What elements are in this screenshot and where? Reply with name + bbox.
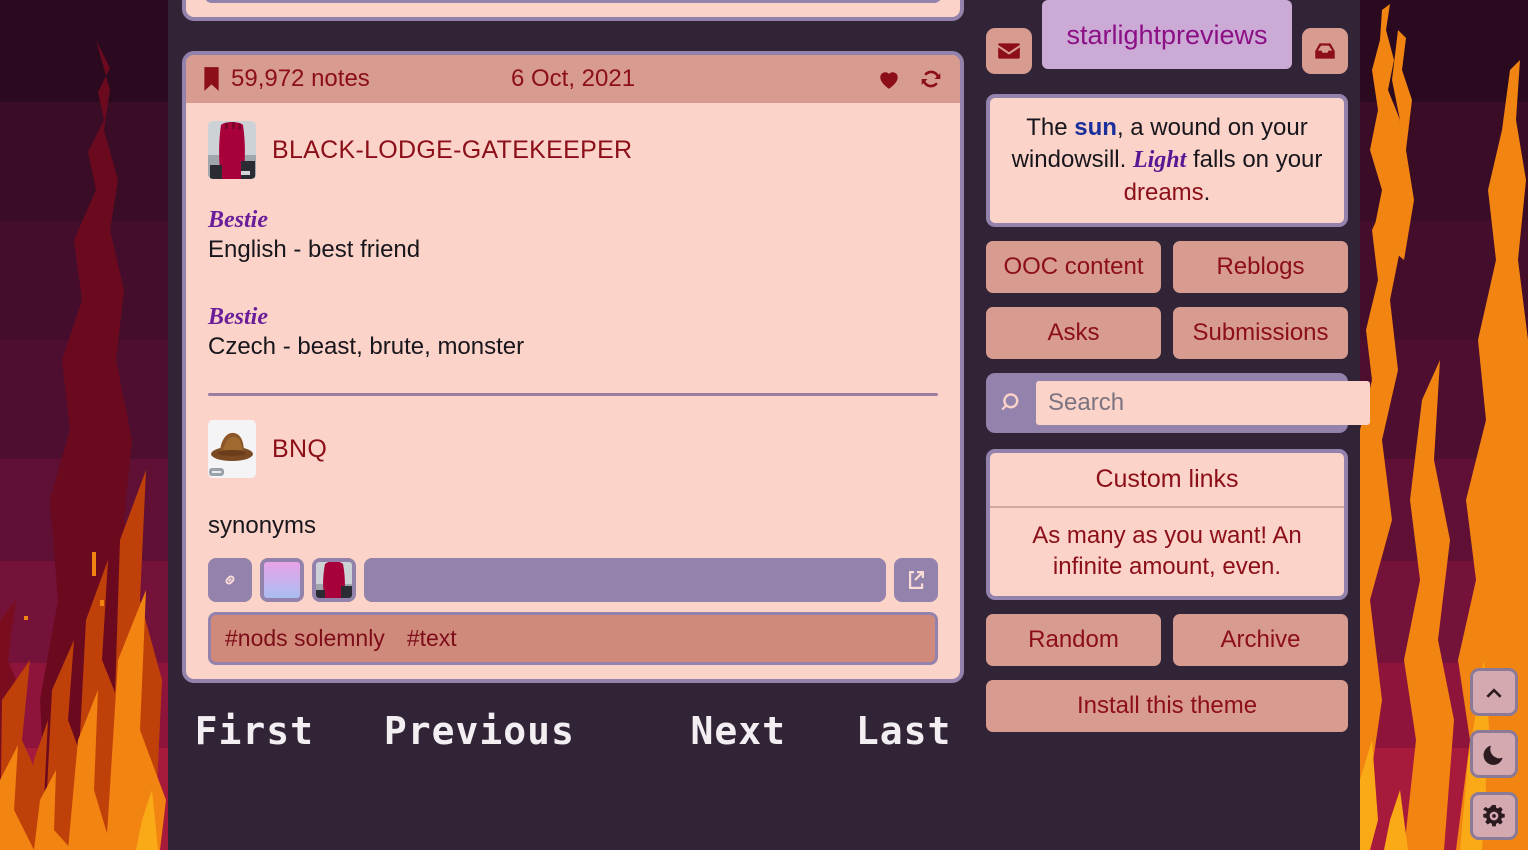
- blog-description: The sun, a wound on your windowsill. Lig…: [986, 94, 1348, 227]
- content-stage: #text 59,972 notes 6 Oct, 2021: [168, 0, 1370, 850]
- custom-links-title[interactable]: Custom links: [990, 453, 1344, 508]
- post-card-main: 59,972 notes 6 Oct, 2021 BLACK-LODGE-GAT…: [182, 51, 964, 683]
- desc-part-3: falls on your: [1186, 145, 1323, 173]
- post-header-actions: [876, 66, 944, 92]
- flame-art-left: [0, 40, 166, 850]
- search-bar: [986, 372, 1370, 433]
- post-body: BLACK-LODGE-GATEKEEPER Bestie English - …: [186, 103, 960, 665]
- definition-term: Bestie: [208, 207, 268, 233]
- desc-italic: Light: [1132, 146, 1187, 173]
- reblog-icon[interactable]: [918, 66, 944, 92]
- reblog-header-2: BNQ: [208, 420, 938, 478]
- posts-column: #text 59,972 notes 6 Oct, 2021: [182, 0, 964, 753]
- search-icon: [1001, 392, 1019, 410]
- sidebar-nav-row-1: OOC content Reblogs: [986, 240, 1348, 293]
- sidebar-nav-row-4: Install this theme: [986, 680, 1348, 733]
- notes-count-group[interactable]: 59,972 notes: [202, 65, 370, 93]
- pagination-previous[interactable]: Previous: [384, 709, 575, 753]
- desc-bold: sun: [1074, 114, 1117, 141]
- definition-term: Bestie: [208, 304, 268, 330]
- chevron-up-icon[interactable]: [1470, 668, 1518, 716]
- gradient-avatar[interactable]: [260, 558, 304, 602]
- heart-icon[interactable]: [876, 66, 902, 92]
- desc-part-4: .: [1203, 178, 1211, 206]
- pagination-next[interactable]: Next: [691, 709, 787, 753]
- red-haired-person-avatar[interactable]: [208, 121, 256, 179]
- search-input[interactable]: [1036, 380, 1370, 425]
- post-date: 6 Oct, 2021: [510, 65, 636, 92]
- post-text-2: synonyms: [208, 512, 317, 539]
- tag-bar-top: #text: [204, 0, 942, 3]
- sidebar-item-ooc-content[interactable]: OOC content: [986, 240, 1161, 293]
- reblog-header-1: BLACK-LODGE-GATEKEEPER: [208, 121, 938, 179]
- gear-icon[interactable]: [1470, 792, 1518, 840]
- sidebar-nav-row-2: Asks Submissions: [986, 306, 1348, 359]
- custom-links-body: As many as you want! An infinite amount,…: [1032, 521, 1302, 580]
- tag[interactable]: #nods solemnly: [225, 625, 385, 652]
- sidebar-nav-row-3: Random Archive: [986, 614, 1348, 667]
- post-action-bar-main: [208, 540, 938, 602]
- moon-icon[interactable]: [1470, 730, 1518, 778]
- reblog-username-1[interactable]: BLACK-LODGE-GATEKEEPER: [272, 136, 632, 165]
- pagination: First Previous Next Last: [182, 709, 964, 753]
- post-card-partial: #text: [182, 0, 964, 21]
- reblog-divider: [208, 393, 938, 396]
- desc-part-1: The: [1026, 114, 1075, 141]
- definition-text: Czech - beast, brute, monster: [208, 333, 525, 360]
- post-header: 59,972 notes 6 Oct, 2021: [186, 55, 960, 103]
- flame-background-left: [0, 0, 168, 850]
- pagination-first[interactable]: First: [195, 709, 314, 753]
- envelope-icon[interactable]: [986, 28, 1032, 74]
- link-icon[interactable]: [208, 558, 252, 602]
- floating-button-stack: [1470, 668, 1518, 840]
- share-icon[interactable]: [894, 558, 938, 602]
- random-button[interactable]: Random: [986, 614, 1161, 667]
- note-count-field[interactable]: [364, 558, 886, 602]
- pagination-last[interactable]: Last: [856, 709, 952, 753]
- cowboy-hat-avatar[interactable]: [208, 420, 256, 478]
- sidebar-top-row: starlightpreviews: [986, 0, 1348, 86]
- bookmark-icon: [204, 67, 219, 91]
- sidebar-item-asks[interactable]: Asks: [986, 306, 1161, 359]
- desc-red: dreams: [1123, 178, 1204, 206]
- notes-count-label: 59,972 notes: [231, 65, 370, 92]
- custom-links-panel: Custom links As many as you want! An inf…: [986, 448, 1348, 601]
- sidebar-item-reblogs[interactable]: Reblogs: [1173, 240, 1348, 293]
- reblog-username-2[interactable]: BNQ: [272, 435, 327, 464]
- archive-button[interactable]: Archive: [1173, 614, 1348, 667]
- blog-title[interactable]: starlightpreviews: [1042, 0, 1292, 69]
- profile-avatar[interactable]: [312, 558, 356, 602]
- tag[interactable]: #text: [407, 625, 457, 652]
- inbox-icon[interactable]: [1302, 28, 1348, 74]
- sidebar: starlightpreviews The sun, a wound on yo…: [986, 0, 1370, 733]
- post-text-1: Bestie English - best friend Bestie Czec…: [208, 179, 938, 365]
- definition-text: English - best friend: [208, 236, 421, 263]
- install-theme-button[interactable]: Install this theme: [986, 680, 1348, 733]
- sidebar-item-submissions[interactable]: Submissions: [1173, 306, 1348, 359]
- tag-bar-main: #nods solemnly #text: [208, 612, 938, 665]
